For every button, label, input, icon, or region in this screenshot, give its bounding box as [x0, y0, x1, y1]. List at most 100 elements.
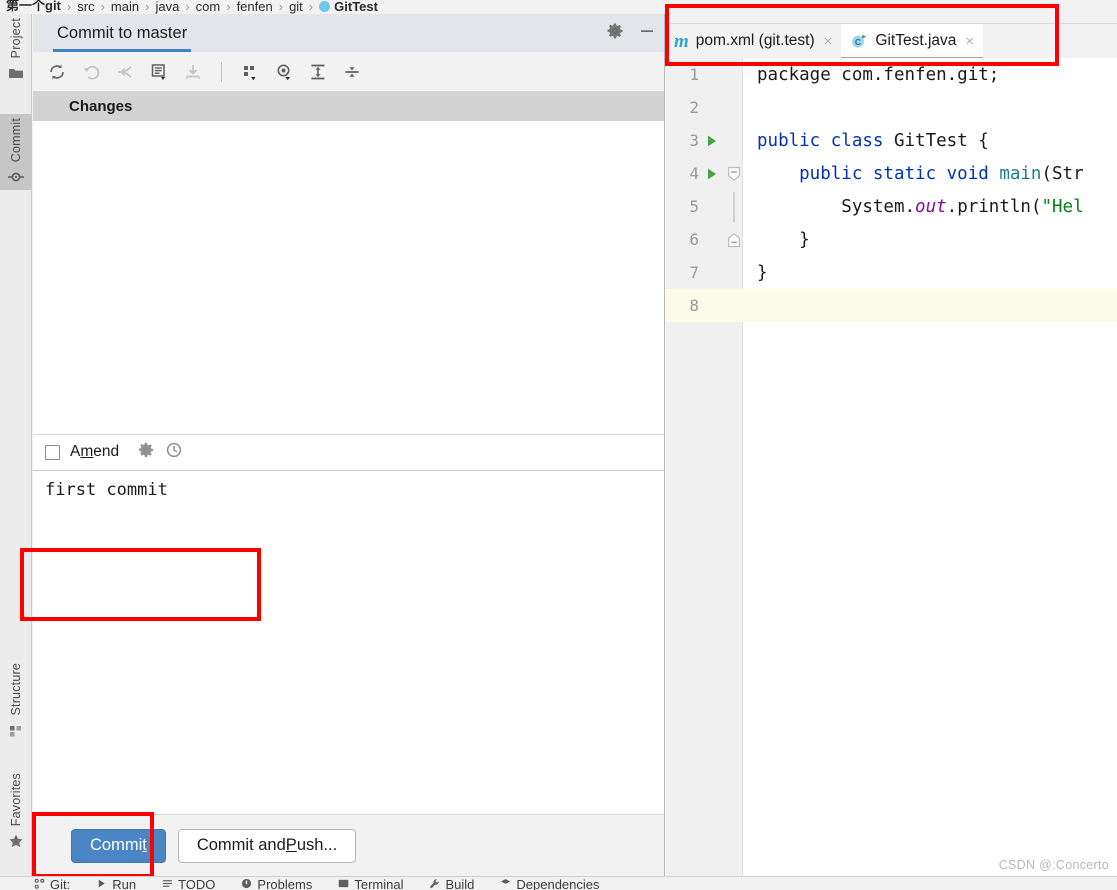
breadcrumb-item-src[interactable]: src	[77, 0, 94, 14]
breadcrumb-item-main[interactable]: main	[111, 0, 139, 14]
code-token: "Hel	[1041, 196, 1084, 217]
run-method-icon[interactable]	[699, 167, 725, 181]
code-token: .println(	[946, 196, 1042, 217]
amend-checkbox[interactable]	[45, 444, 60, 460]
sidebar-item-favorites[interactable]: Favorites	[0, 769, 32, 854]
line-number: 1	[689, 65, 699, 84]
todo-icon	[162, 877, 173, 890]
status-item-git[interactable]: Git:	[34, 877, 70, 890]
code-text: public static void main(Str	[743, 164, 1084, 184]
code-token: main	[999, 163, 1042, 184]
code-line[interactable]: 1 package com.fenfen.git;	[665, 58, 1117, 91]
commit-window-header: Commit to master	[33, 14, 664, 52]
code-line-current[interactable]: 8	[665, 289, 1117, 322]
star-icon	[8, 833, 24, 849]
run-icon	[96, 877, 107, 890]
maven-icon: m	[674, 30, 689, 52]
changes-list[interactable]	[33, 121, 664, 434]
tool-window-stripe: Project Commit Structure Favorites	[0, 14, 32, 890]
code-line[interactable]: 5 System.out.println("Hel	[665, 190, 1117, 223]
tab-label: Commit to master	[57, 23, 188, 42]
breadcrumb-separator: ›	[308, 0, 314, 14]
commit-and-push-label-after: ush...	[296, 836, 338, 854]
status-bar: Git: Run TODO Problems Terminal Build De…	[0, 876, 1117, 890]
fold-region-bar	[725, 191, 743, 222]
code-line[interactable]: 3 public class GitTest {	[665, 124, 1117, 157]
refresh-icon[interactable]	[46, 61, 68, 83]
breadcrumb[interactable]: 第一个git › src › main › java › com › fenfe…	[0, 0, 1117, 14]
breadcrumb-item-fenfen[interactable]: fenfen	[237, 0, 273, 14]
code-text: }	[743, 263, 768, 283]
breadcrumb-separator: ›	[66, 0, 72, 14]
code-line[interactable]: 2	[665, 91, 1117, 124]
sidebar-item-commit[interactable]: Commit	[0, 114, 32, 191]
commit-and-push-button[interactable]: Commit and Push...	[177, 828, 357, 863]
fold-open-icon[interactable]	[725, 166, 743, 182]
preview-diff-icon[interactable]	[273, 61, 295, 83]
gear-icon[interactable]	[137, 441, 155, 464]
amend-label-after: end	[93, 443, 120, 461]
line-number: 2	[689, 98, 699, 117]
amend-label-mnemonic: m	[80, 443, 94, 461]
code-token: System.	[757, 196, 916, 217]
line-number: 4	[689, 164, 699, 183]
code-line[interactable]: 6 }	[665, 223, 1117, 256]
breadcrumb-item-module[interactable]: 第一个git	[6, 0, 61, 14]
commit-toolbar	[33, 52, 664, 92]
status-item-terminal[interactable]: Terminal	[338, 877, 403, 890]
run-class-icon[interactable]	[699, 134, 725, 148]
breadcrumb-item-com[interactable]: com	[196, 0, 221, 14]
fold-close-icon[interactable]	[725, 232, 743, 248]
code-token: GitTest	[893, 130, 968, 151]
code-token: }	[757, 229, 810, 250]
code-text: public class GitTest {	[743, 131, 989, 151]
status-item-problems[interactable]: Problems	[241, 877, 312, 890]
collapse-all-icon[interactable]	[341, 61, 363, 83]
sidebar-item-project[interactable]: Project	[0, 14, 32, 86]
editor-tab-pom-xml[interactable]: m pom.xml (git.test) ×	[665, 24, 841, 58]
terminal-icon	[338, 877, 349, 890]
breadcrumb-item-java[interactable]: java	[155, 0, 179, 14]
sidebar-item-structure[interactable]: Structure	[0, 659, 32, 744]
expand-all-icon[interactable]	[307, 61, 329, 83]
line-number: 8	[689, 296, 699, 315]
build-icon	[429, 877, 440, 890]
commit-button[interactable]: Commi t	[71, 828, 166, 863]
close-icon[interactable]: ×	[965, 33, 974, 50]
breadcrumb-label: GitTest	[334, 0, 378, 14]
code-line[interactable]: 4 public static void main(Str	[665, 157, 1117, 190]
breadcrumb-label: com	[195, 0, 221, 14]
amend-label[interactable]: Amend	[70, 443, 119, 461]
line-number: 6	[689, 230, 699, 249]
code-lines: 1 package com.fenfen.git; 2 3 public cla…	[665, 58, 1117, 876]
status-item-todo[interactable]: TODO	[162, 877, 215, 890]
close-icon[interactable]: ×	[824, 33, 833, 50]
commit-message-value: first commit	[45, 479, 168, 500]
structure-icon	[8, 723, 24, 739]
changes-header[interactable]: Changes	[33, 92, 664, 121]
commit-message-history-icon[interactable]	[148, 61, 170, 83]
status-item-build[interactable]: Build	[429, 877, 474, 890]
breadcrumb-label: fenfen	[236, 0, 273, 14]
code-token: public static void	[757, 163, 1000, 184]
group-by-icon[interactable]	[239, 61, 261, 83]
commit-message-field[interactable]: first commit	[33, 469, 664, 814]
history-clock-icon[interactable]	[165, 441, 183, 464]
breadcrumb-item-git[interactable]: git	[289, 0, 303, 14]
code-token: out	[915, 196, 947, 217]
gear-icon[interactable]	[606, 22, 624, 45]
code-text: package com.fenfen.git;	[743, 65, 999, 85]
commit-button-mnemonic: t	[142, 836, 147, 854]
status-item-dependencies[interactable]: Dependencies	[500, 877, 600, 890]
code-area[interactable]: 1 package com.fenfen.git; 2 3 public cla…	[665, 58, 1117, 876]
revert-icon	[80, 61, 102, 83]
code-line[interactable]: 7 }	[665, 256, 1117, 289]
editor-tab-gittest-java[interactable]: C GitTest.java ×	[841, 24, 984, 60]
status-item-run[interactable]: Run	[96, 877, 136, 890]
breadcrumb-item-class[interactable]: GitTest	[319, 0, 378, 14]
editor-panel: m pom.xml (git.test) × C GitTest.java ×	[665, 14, 1117, 876]
minimize-icon[interactable]	[638, 22, 656, 45]
tab-commit-to-master[interactable]: Commit to master	[53, 14, 192, 52]
status-item-label: Build	[445, 877, 475, 890]
code-token: }	[757, 262, 768, 283]
